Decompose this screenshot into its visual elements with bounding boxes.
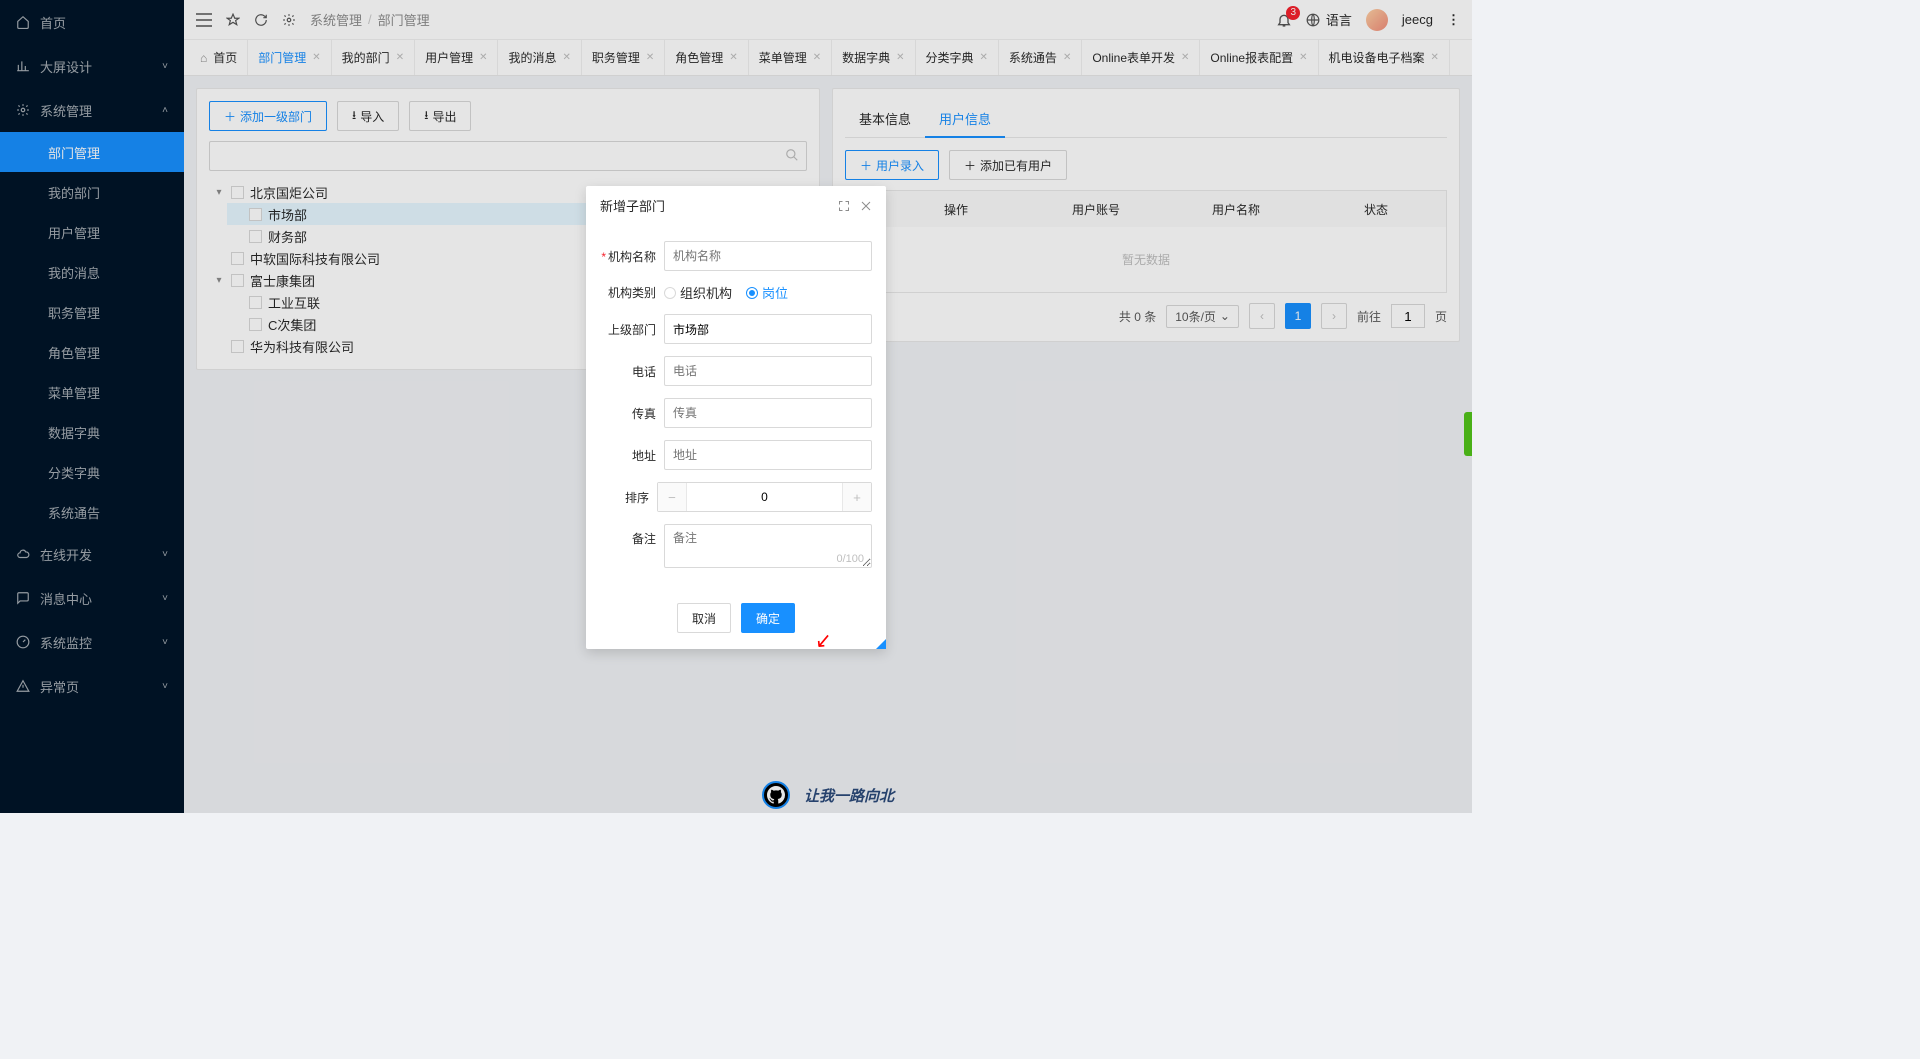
- cancel-button[interactable]: 取消: [677, 603, 731, 633]
- org-name-input[interactable]: [664, 241, 872, 271]
- ok-button[interactable]: 确定: [741, 603, 795, 633]
- resize-handle[interactable]: [876, 639, 886, 649]
- radio-post[interactable]: 岗位: [746, 283, 788, 302]
- address-input[interactable]: [664, 440, 872, 470]
- sort-input[interactable]: [686, 483, 843, 511]
- fullscreen-icon[interactable]: [838, 200, 850, 212]
- sort-increment[interactable]: +: [843, 483, 871, 511]
- remark-count: 0/100: [836, 553, 864, 565]
- modal-title: 新增子部门: [600, 196, 665, 215]
- add-sub-dept-modal: 新增子部门 *机构名称 机构类别 组织机构 岗位 上级部门: [586, 186, 886, 649]
- close-icon[interactable]: [860, 200, 872, 212]
- arrow-annotation: ↙: [814, 627, 833, 653]
- fax-input[interactable]: [664, 398, 872, 428]
- modal-mask[interactable]: 新增子部门 *机构名称 机构类别 组织机构 岗位 上级部门: [0, 0, 1472, 813]
- radio-org[interactable]: 组织机构: [664, 283, 732, 302]
- parent-dept-input[interactable]: [664, 314, 872, 344]
- sort-decrement[interactable]: −: [658, 483, 686, 511]
- phone-input[interactable]: [664, 356, 872, 386]
